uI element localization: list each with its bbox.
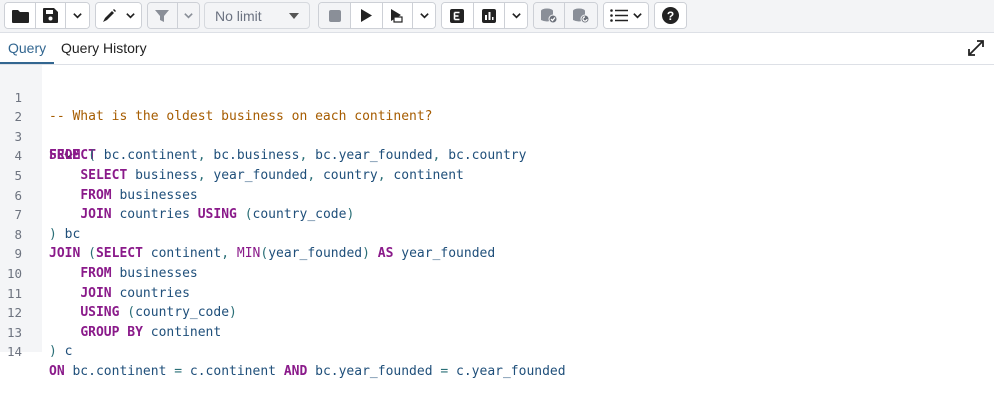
line-text: FROM businesses [80, 265, 198, 281]
row-limit-select[interactable]: No limit [204, 2, 310, 29]
code-line: 5 FROM businesses [0, 146, 197, 203]
chevron-down-icon [73, 13, 82, 19]
code-line: 11 USING (country_code) [0, 264, 237, 321]
database-undo-icon [573, 8, 590, 23]
code-line: 4 SELECT business, year_founded, country… [0, 127, 463, 183]
save-button[interactable] [36, 3, 66, 28]
help-icon: ? [662, 7, 679, 24]
line-text: -- What is the oldest business on each c… [49, 109, 433, 125]
filter-options-button[interactable] [177, 3, 199, 28]
play-icon [361, 9, 373, 22]
chart-icon [481, 8, 496, 23]
code-line: 13 ) c [0, 303, 73, 360]
help-button-group: ? [654, 2, 687, 29]
editor-tabs: Query Query History [0, 33, 994, 65]
tab-query-history[interactable]: Query History [61, 33, 147, 64]
line-text: GROUP BY continent [80, 324, 222, 340]
line-text: ) c [49, 344, 73, 360]
edit-button[interactable] [96, 3, 141, 28]
chevron-down-icon [125, 13, 135, 19]
filter-icon [155, 9, 170, 22]
active-tab-indicator [0, 62, 54, 64]
line-text: ) bc [49, 226, 81, 242]
code-line: 3 FROM ( [0, 107, 96, 164]
help-button[interactable]: ? [655, 3, 686, 28]
code-line: 6 JOIN countries USING (country_code) [0, 166, 354, 223]
code-line: 2 SELECT bc.continent, bc.business, bc.y… [0, 88, 526, 163]
filter-button[interactable] [148, 3, 178, 28]
open-file-button[interactable] [5, 3, 37, 28]
explain-button-group [441, 2, 528, 29]
code-line: 10 JOIN countries [0, 244, 190, 301]
code-line: 9 FROM businesses [0, 225, 197, 281]
caret-down-icon [289, 12, 299, 19]
list-icon [609, 9, 628, 22]
file-button-group [4, 2, 90, 29]
pen-icon [102, 8, 116, 22]
edit-button-group [95, 2, 142, 29]
sql-editor[interactable]: 1 -- What is the oldest business on each… [0, 65, 994, 379]
database-check-icon [541, 8, 558, 23]
line-text: JOIN countries [80, 285, 190, 301]
macros-button[interactable] [604, 3, 648, 28]
chevron-down-icon [184, 13, 193, 19]
code-line: 1 -- What is the oldest business on each… [0, 68, 432, 125]
line-text: SELECT bc.continent, bc.business, bc.yea… [49, 148, 527, 164]
line-text: FROM businesses [80, 187, 198, 203]
execute-button-group [318, 2, 436, 29]
code-line: 14 ON bc.continent = c.continent AND bc.… [0, 323, 566, 379]
play-script-icon [390, 8, 403, 23]
line-text: JOIN countries USING (country_code) [80, 207, 355, 223]
save-icon [42, 8, 58, 23]
explain-button[interactable] [442, 3, 474, 28]
chevron-down-icon [632, 13, 642, 19]
folder-icon [11, 9, 29, 23]
explain-options-button[interactable] [505, 3, 527, 28]
code-line: 12 GROUP BY continent [0, 284, 221, 340]
chevron-down-icon [511, 13, 521, 19]
query-toolbar: No limit ? [0, 0, 994, 33]
code-line: 7 ) bc [0, 186, 80, 242]
row-limit-value: No limit [215, 7, 262, 24]
macros-button-group [603, 2, 649, 29]
stop-button[interactable] [319, 3, 352, 28]
chevron-down-icon [419, 13, 429, 19]
commit-button[interactable] [534, 3, 566, 28]
line-text: SELECT business, year_founded, country, … [80, 167, 464, 183]
expand-icon[interactable] [968, 40, 984, 56]
code-line: 8 JOIN (SELECT continent, MIN(year_found… [0, 205, 495, 262]
filter-button-group [147, 2, 200, 29]
transaction-button-group [533, 2, 598, 29]
rollback-button[interactable] [565, 3, 597, 28]
line-text: FROM ( [49, 148, 96, 164]
line-text: USING (country_code) [80, 305, 237, 321]
execute-script-button[interactable] [382, 3, 414, 28]
tab-query[interactable]: Query [8, 33, 46, 64]
svg-text:?: ? [667, 9, 674, 23]
execute-button[interactable] [351, 3, 383, 28]
explain-analyze-button[interactable] [473, 3, 506, 28]
line-number: 14 [6, 344, 22, 360]
stop-icon [328, 9, 341, 22]
line-text: ON bc.continent = c.continent AND bc.yea… [49, 363, 566, 379]
save-options-button[interactable] [65, 3, 89, 28]
execute-options-button[interactable] [413, 3, 435, 28]
line-text: JOIN (SELECT continent, MIN(year_founded… [49, 246, 496, 262]
explain-icon [450, 8, 465, 23]
